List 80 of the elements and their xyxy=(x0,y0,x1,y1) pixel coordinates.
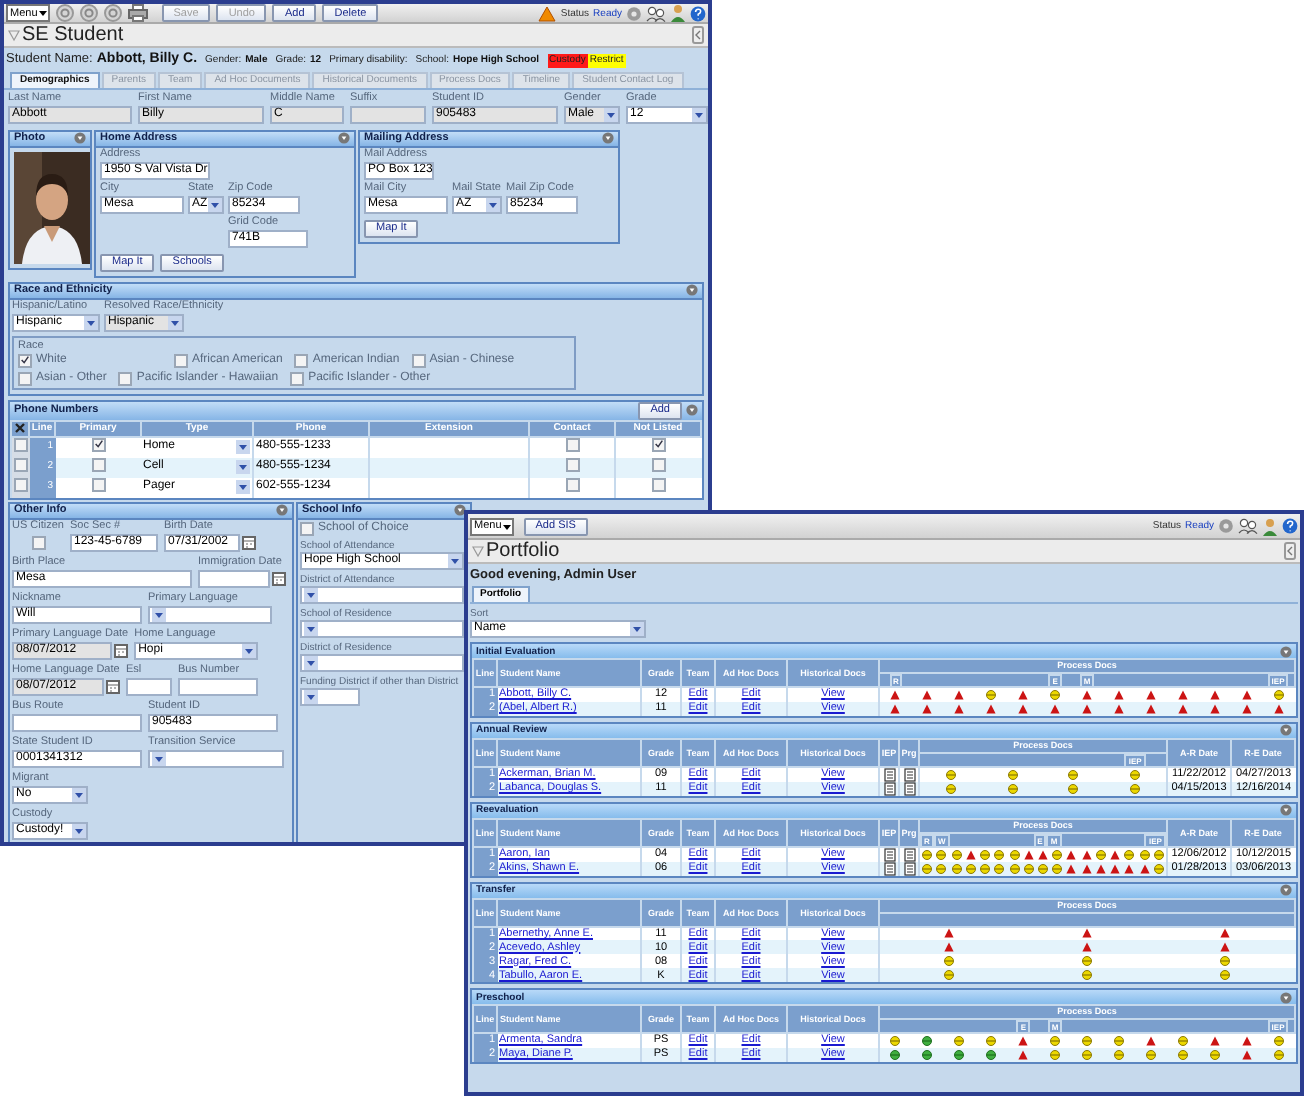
document-icon[interactable] xyxy=(883,847,895,861)
calendar-icon[interactable] xyxy=(272,571,286,585)
date-field[interactable] xyxy=(198,569,270,587)
person-icon[interactable] xyxy=(670,4,686,22)
collapse-icon[interactable] xyxy=(454,504,466,516)
dropdown-arrow-icon xyxy=(168,315,182,329)
filter-icon xyxy=(8,29,20,41)
help-icon[interactable] xyxy=(690,5,706,21)
dropdown-arrow-icon xyxy=(242,643,257,657)
checkbox[interactable] xyxy=(290,371,305,385)
document-icon[interactable] xyxy=(883,781,895,795)
dropdown[interactable] xyxy=(300,687,360,705)
checkbox[interactable] xyxy=(411,353,426,367)
collapse-panel-icon[interactable] xyxy=(1284,542,1296,560)
collapse-icon[interactable] xyxy=(1280,884,1292,896)
dropdown-arrow-icon xyxy=(486,197,500,211)
collapse-panel-icon[interactable] xyxy=(692,26,704,44)
text-field[interactable] xyxy=(12,713,142,731)
dropdown-arrow-icon xyxy=(630,622,644,636)
dropdown-arrow-icon xyxy=(72,823,86,837)
calendar-icon[interactable] xyxy=(114,643,128,657)
dropdown[interactable] xyxy=(148,749,284,767)
document-icon[interactable] xyxy=(883,861,895,875)
dropdown-arrow-icon xyxy=(84,315,98,329)
checkbox[interactable] xyxy=(294,353,309,367)
dropdown-arrow-icon xyxy=(152,751,166,765)
dropdown-arrow-icon xyxy=(236,460,250,474)
person-icon[interactable] xyxy=(1262,517,1278,535)
dropdown-arrow-icon xyxy=(152,607,166,621)
dropdown[interactable] xyxy=(148,605,272,623)
document-icon[interactable] xyxy=(883,767,895,781)
text-field[interactable] xyxy=(178,677,258,695)
checkbox[interactable] xyxy=(32,535,46,549)
window-title: SE Student xyxy=(22,24,124,46)
people-icon[interactable] xyxy=(1238,518,1258,534)
calendar-icon[interactable] xyxy=(106,679,120,693)
collapse-icon[interactable] xyxy=(686,404,698,416)
dropdown-arrow-icon xyxy=(304,587,318,601)
printer-icon[interactable] xyxy=(127,4,148,22)
checkbox[interactable] xyxy=(300,521,314,535)
document-icon[interactable] xyxy=(903,847,915,861)
checkbox[interactable] xyxy=(174,353,188,367)
text-field[interactable] xyxy=(126,677,172,695)
dropdown-arrow-icon xyxy=(236,480,250,494)
checkbox[interactable] xyxy=(18,371,32,385)
gear-icon[interactable] xyxy=(626,5,642,21)
collapse-icon[interactable] xyxy=(1280,645,1292,657)
dropdown-arrow-icon xyxy=(604,107,618,121)
dropdown-arrow-icon xyxy=(37,8,48,18)
collapse-icon[interactable] xyxy=(338,132,350,144)
dropdown-arrow-icon xyxy=(304,689,318,703)
dropdown-arrow-icon xyxy=(236,440,250,454)
collapse-icon[interactable] xyxy=(1280,724,1292,736)
dropdown[interactable] xyxy=(300,585,464,603)
filter-icon xyxy=(472,545,484,557)
document-icon[interactable] xyxy=(903,861,915,875)
delete-icon[interactable] xyxy=(14,422,26,434)
document-icon[interactable] xyxy=(903,781,915,795)
window-title: Portfolio xyxy=(486,540,560,562)
dropdown-arrow-icon xyxy=(304,621,318,635)
checkbox[interactable] xyxy=(18,353,32,367)
dropdown-arrow-icon xyxy=(208,197,222,211)
gear-icon[interactable] xyxy=(1218,518,1234,534)
dropdown-arrow-icon xyxy=(501,521,512,531)
calendar-icon[interactable] xyxy=(241,535,256,549)
dropdown[interactable] xyxy=(300,619,464,637)
collapse-icon[interactable] xyxy=(1280,991,1292,1003)
people-icon[interactable] xyxy=(646,5,666,21)
collapse-icon[interactable] xyxy=(1280,804,1292,816)
dropdown-arrow-icon xyxy=(692,107,706,121)
collapse-icon[interactable] xyxy=(686,284,698,296)
collapse-icon[interactable] xyxy=(602,132,614,144)
document-icon[interactable] xyxy=(903,767,915,781)
collapse-icon[interactable] xyxy=(276,504,288,516)
collapse-icon[interactable] xyxy=(74,132,86,144)
help-icon[interactable] xyxy=(1282,518,1298,534)
dropdown-arrow-icon xyxy=(304,655,318,669)
dropdown-arrow-icon xyxy=(72,787,86,801)
checkbox[interactable] xyxy=(118,371,133,385)
dropdown[interactable] xyxy=(300,653,464,671)
